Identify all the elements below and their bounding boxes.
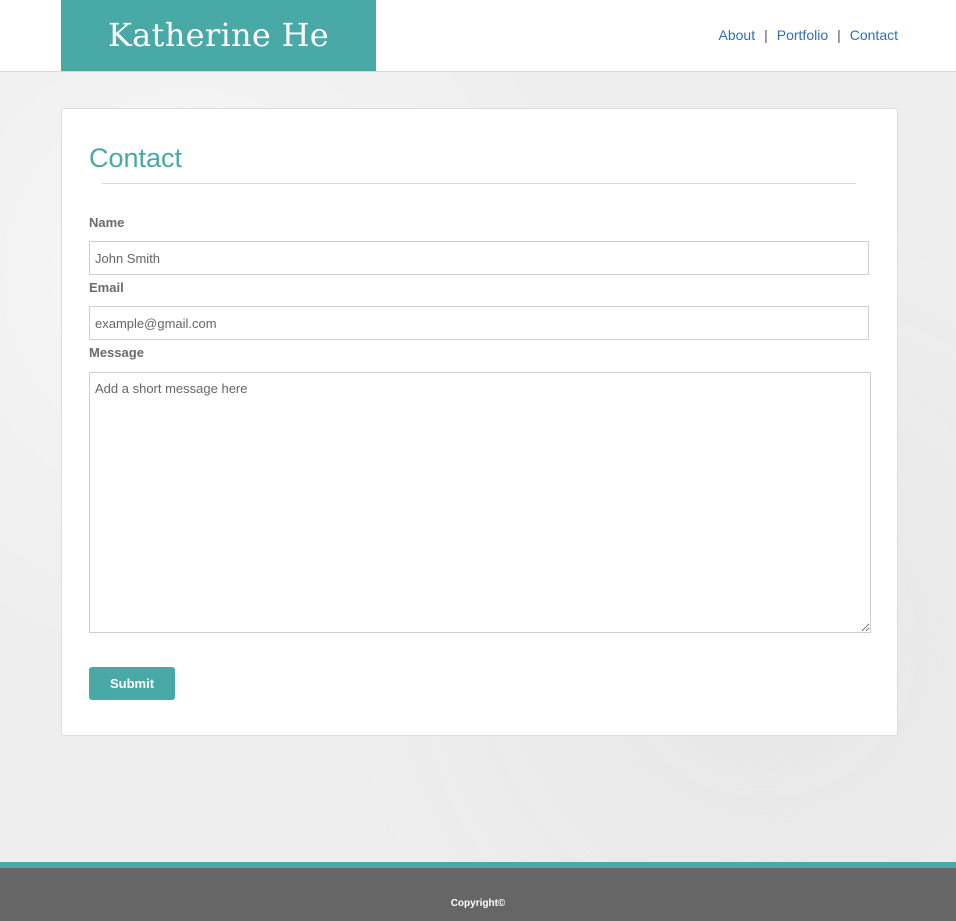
name-field[interactable]	[89, 241, 869, 275]
page-title: Contact	[89, 143, 183, 173]
name-label: Name	[89, 215, 125, 230]
title-divider	[102, 183, 856, 184]
main-nav: About | Portfolio | Contact	[719, 27, 898, 43]
nav-link-portfolio[interactable]: Portfolio	[777, 27, 828, 43]
message-label: Message	[89, 345, 144, 360]
nav-link-contact[interactable]: Contact	[850, 27, 898, 43]
email-label: Email	[89, 280, 124, 295]
email-field[interactable]	[89, 306, 869, 340]
nav-link-about[interactable]: About	[719, 27, 756, 43]
contact-card: Contact Name Email Message Submit	[61, 108, 898, 736]
message-field[interactable]	[89, 372, 871, 633]
nav-separator: |	[764, 27, 768, 43]
submit-button[interactable]: Submit	[89, 667, 175, 700]
site-header: Katherine He About | Portfolio | Contact	[0, 0, 956, 72]
copyright-text: Copyright©	[450, 898, 506, 909]
site-brand[interactable]: Katherine He	[61, 0, 376, 71]
nav-separator: |	[837, 27, 841, 43]
site-footer: Copyright©	[0, 868, 956, 921]
